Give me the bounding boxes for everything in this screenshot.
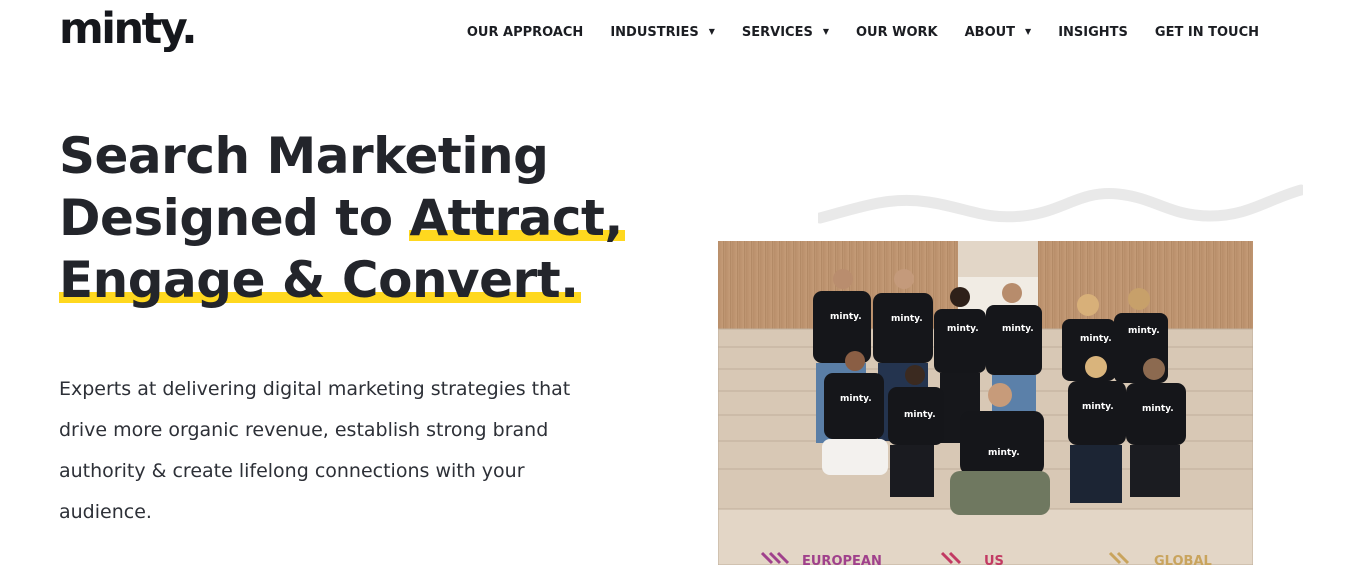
main-nav: OUR APPROACH INDUSTRIES ▼ SERVICES ▼ OUR W…: [467, 22, 1259, 42]
hero-headline: Search Marketing Designed to Attract, En…: [59, 125, 625, 311]
shirt-text: minty.: [988, 448, 1020, 458]
nav-insights[interactable]: INSIGHTS: [1058, 25, 1128, 40]
nav-get-in-touch[interactable]: GET IN TOUCH: [1155, 25, 1259, 40]
shirt-text: minty.: [840, 394, 872, 404]
team-photo: minty. minty. minty. minty. minty. minty…: [718, 241, 1253, 565]
headline-highlight-engage: Engage & Convert.: [59, 251, 581, 309]
minty-logo[interactable]: minty.: [59, 4, 198, 54]
shirt-text: minty.: [830, 312, 862, 322]
shirt-text: minty.: [1142, 404, 1174, 414]
award-global: GLOBAL: [1154, 554, 1212, 565]
nav-about[interactable]: ABOUT ▼: [965, 25, 1032, 40]
decorative-squiggle: [818, 184, 1303, 224]
shirt-text: minty.: [891, 314, 923, 324]
shirt-text: minty.: [904, 410, 936, 420]
headline-line-3: Engage & Convert.: [59, 249, 625, 311]
shirt-text: minty.: [1082, 402, 1114, 412]
shirt-text: minty.: [1128, 326, 1160, 336]
nav-our-work[interactable]: OUR WORK: [856, 25, 938, 40]
headline-highlight-attract: Attract,: [409, 189, 625, 247]
award-us: US: [984, 554, 1004, 565]
chevron-down-icon: ▼: [708, 27, 715, 36]
headline-line-1: Search Marketing: [59, 127, 549, 185]
nav-services[interactable]: SERVICES ▼: [742, 25, 829, 40]
shirt-text: minty.: [947, 324, 979, 334]
award-european: EUROPEAN: [802, 554, 882, 565]
nav-industries[interactable]: INDUSTRIES ▼: [610, 25, 715, 40]
nav-our-approach[interactable]: OUR APPROACH: [467, 25, 583, 40]
hero-subtext: Experts at delivering digital marketing …: [59, 378, 571, 523]
chevron-down-icon: ▼: [822, 27, 829, 36]
shirt-text: minty.: [1002, 324, 1034, 334]
headline-line-2: Designed to Attract,: [59, 189, 625, 247]
shirt-text: minty.: [1080, 334, 1112, 344]
chevron-down-icon: ▼: [1025, 27, 1032, 36]
